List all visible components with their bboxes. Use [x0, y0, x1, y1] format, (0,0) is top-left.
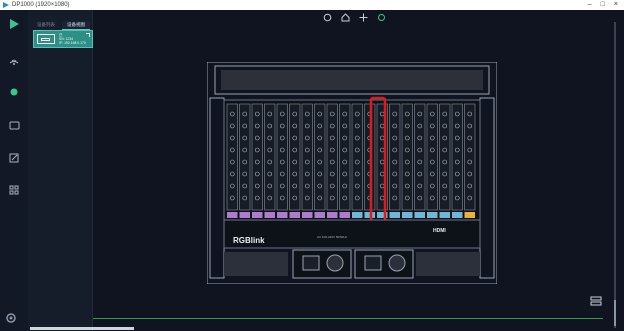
home-icon[interactable] — [340, 12, 350, 22]
card-slot[interactable] — [289, 103, 301, 211]
device-icon — [37, 34, 55, 44]
grid-icon[interactable] — [4, 182, 24, 198]
card-slot[interactable] — [414, 103, 426, 211]
input-port-indicator — [439, 212, 450, 218]
maximize-button[interactable]: □ — [601, 0, 605, 10]
input-port-indicator — [264, 212, 275, 218]
move-icon[interactable] — [358, 12, 368, 22]
card-slot[interactable] — [301, 103, 313, 211]
card-slot[interactable] — [426, 103, 438, 211]
device-panel: 设备列表 设备视图 — [28, 10, 93, 331]
card-slot[interactable] — [314, 103, 326, 211]
tab-device-view[interactable]: 设备视图 — [62, 21, 90, 30]
device-ip: IP: 192.168.0.170 — [59, 41, 86, 45]
input-port-indicator — [227, 212, 238, 218]
input-port-indicator — [289, 212, 300, 218]
play-icon[interactable] — [4, 16, 24, 32]
layers-icon[interactable] — [590, 295, 602, 307]
left-sidebar — [0, 10, 29, 331]
input-port-indicator — [452, 212, 463, 218]
card-slot[interactable] — [276, 103, 288, 211]
monitor-icon[interactable] — [4, 118, 24, 134]
device-rack: RGBlink AC 100-240V 50/60Hz HDMI — [207, 62, 497, 284]
device-card[interactable]: 已 SN: 1234 IP: 192.168.0.170 — [33, 30, 93, 48]
card-slot[interactable] — [326, 103, 338, 211]
input-port-indicator — [402, 212, 413, 218]
card-slot[interactable] — [239, 103, 251, 211]
input-port-indicator — [414, 212, 425, 218]
input-port-indicator — [327, 212, 338, 218]
card-slot[interactable] — [451, 103, 463, 211]
link-icon — [86, 33, 90, 37]
vertical-scrollbar[interactable] — [614, 22, 616, 328]
card-slot[interactable] — [389, 103, 401, 211]
app-icon — [3, 2, 9, 8]
device-info: 已 SN: 1234 IP: 192.168.0.170 — [59, 33, 86, 45]
card-slot[interactable] — [439, 103, 451, 211]
input-port-indicator — [252, 212, 263, 218]
edit-icon[interactable] — [4, 150, 24, 166]
title-bar: DP1000 (1920×1080) – □ × — [0, 0, 624, 10]
horizontal-scrollbar[interactable] — [30, 327, 134, 330]
power-supply-2 — [354, 249, 414, 279]
input-port-indicator — [314, 212, 325, 218]
input-port-indicator — [427, 212, 438, 218]
settings-icon[interactable] — [4, 311, 18, 325]
network-icon[interactable] — [4, 52, 24, 68]
card-slot[interactable] — [401, 103, 413, 211]
status-line — [93, 318, 603, 319]
card-slot[interactable] — [226, 103, 238, 211]
input-port-indicator — [277, 212, 288, 218]
tab-device-list[interactable]: 设备列表 — [32, 21, 60, 30]
input-port-indicator — [239, 212, 250, 218]
input-port-indicator — [339, 212, 350, 218]
status-dot-icon[interactable] — [4, 84, 24, 100]
card-slot[interactable] — [351, 103, 363, 211]
hdmi-badge: HDMI — [433, 228, 446, 234]
minimize-button[interactable]: – — [588, 0, 592, 10]
refresh-icon[interactable] — [322, 12, 332, 22]
scrollbar-thumb[interactable] — [614, 300, 616, 326]
card-slot[interactable] — [251, 103, 263, 211]
input-port-indicator — [302, 212, 313, 218]
window-title: DP1000 (1920×1080) — [12, 2, 70, 8]
brand-logo: RGBlink — [233, 236, 265, 245]
view-toolbar — [322, 12, 386, 22]
circle-icon[interactable] — [376, 12, 386, 22]
input-port-indicator — [464, 212, 475, 218]
card-slot[interactable] — [464, 103, 476, 211]
input-port-indicator — [352, 212, 363, 218]
card-slot[interactable] — [339, 103, 351, 211]
close-button[interactable]: × — [614, 0, 618, 10]
power-spec: AC 100-240V 50/60Hz — [317, 235, 348, 239]
input-port-indicator — [389, 212, 400, 218]
panel-tabs: 设备列表 设备视图 — [32, 21, 90, 30]
card-slot[interactable] — [264, 103, 276, 211]
power-supply-1 — [292, 249, 352, 279]
